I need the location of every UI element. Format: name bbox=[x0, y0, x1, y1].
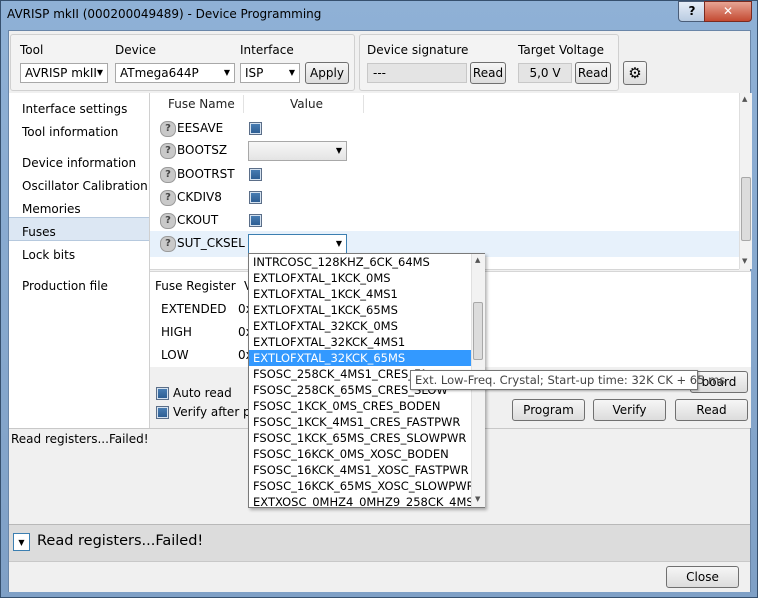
fuse-name: CKDIV8 bbox=[177, 190, 222, 204]
chevron-down-icon: ▼ bbox=[335, 239, 342, 248]
status-bar-text: Read registers...Failed! bbox=[37, 533, 204, 549]
gear-icon: ⚙ bbox=[628, 64, 642, 82]
option-tooltip: Ext. Low-Freq. Crystal; Start-up time: 3… bbox=[410, 370, 725, 390]
status-log-text: Read registers...Failed! bbox=[11, 432, 149, 446]
dropdown-option[interactable]: EXTLOFXTAL_32KCK_0MS bbox=[249, 318, 471, 334]
title-bar: AVRISP mkII (000200049489) - Device Prog… bbox=[1, 1, 757, 29]
help-icon: ? bbox=[160, 213, 176, 229]
dropdown-option[interactable]: EXTLOFXTAL_1KCK_4MS1 bbox=[249, 286, 471, 302]
help-button[interactable]: ? bbox=[678, 1, 706, 22]
interface-select[interactable]: ISP ▼ bbox=[240, 63, 300, 83]
help-icon: ? bbox=[160, 236, 176, 252]
fuse-name: SUT_CKSEL bbox=[177, 236, 245, 250]
register-name: HIGH bbox=[161, 325, 192, 339]
register-name: LOW bbox=[161, 348, 189, 362]
sut-cksel-select[interactable]: ▼ bbox=[248, 234, 347, 254]
help-icon: ? bbox=[160, 190, 176, 206]
bootsz-select[interactable]: ▼ bbox=[248, 141, 347, 161]
chevron-down-icon: ▼ bbox=[223, 68, 230, 77]
dropdown-option[interactable]: FSOSC_1KCK_4MS1_CRES_FASTPWR bbox=[249, 414, 471, 430]
voltage-read-button[interactable]: Read bbox=[575, 62, 611, 84]
tool-group: Tool AVRISP mkII ▼ Device ATmega644P ▼ Int… bbox=[10, 34, 355, 91]
chevron-down-icon: ▼ bbox=[335, 146, 342, 155]
ckout-checkbox[interactable] bbox=[249, 214, 262, 227]
scroll-down-icon[interactable]: ▼ bbox=[742, 257, 747, 265]
header-divider bbox=[363, 95, 364, 113]
dropdown-option[interactable]: FSOSC_16KCK_4MS1_XOSC_FASTPWR bbox=[249, 462, 471, 478]
verify-button[interactable]: Verify bbox=[593, 399, 666, 421]
eesave-checkbox[interactable] bbox=[249, 122, 262, 135]
fuse-grid-scrollbar[interactable]: ▲ ▼ bbox=[739, 93, 752, 269]
fuse-grid: Fuse Name Value ? EESAVE ? BOOTSZ ▼ ? BO… bbox=[150, 93, 739, 270]
dropdown-option[interactable]: EXTLOFXTAL_1KCK_65MS bbox=[249, 302, 471, 318]
dropdown-option[interactable]: FSOSC_1KCK_65MS_CRES_SLOWPWR bbox=[249, 430, 471, 446]
dropdown-option[interactable]: INTRCOSC_128KHZ_6CK_64MS bbox=[249, 254, 471, 270]
close-button[interactable]: Close bbox=[666, 566, 739, 588]
dropdown-option[interactable]: FSOSC_16KCK_65MS_XOSC_SLOWPWR bbox=[249, 478, 471, 494]
read-button[interactable]: Read bbox=[675, 399, 748, 421]
program-button[interactable]: Program bbox=[512, 399, 585, 421]
status-bar: ▼ Read registers...Failed! bbox=[9, 524, 750, 562]
fuse-name: BOOTSZ bbox=[177, 143, 228, 157]
dropdown-option[interactable]: EXTLOFXTAL_1KCK_0MS bbox=[249, 270, 471, 286]
device-select[interactable]: ATmega644P ▼ bbox=[115, 63, 235, 83]
voltage-value: 5,0 V bbox=[518, 63, 572, 83]
interface-value: ISP bbox=[245, 66, 264, 80]
dropdown-option[interactable]: FSOSC_16KCK_0MS_XOSC_BODEN bbox=[249, 446, 471, 462]
dropdown-option[interactable]: EXTXOSC_0MHZ4_0MHZ9_258CK_4MS1 bbox=[249, 494, 471, 507]
help-icon: ? bbox=[160, 121, 176, 137]
interface-label: Interface bbox=[240, 43, 294, 57]
fuse-name: CKOUT bbox=[177, 213, 219, 227]
device-value: ATmega644P bbox=[120, 66, 199, 80]
fuse-name: BOOTRST bbox=[177, 167, 235, 181]
fuse-name: EESAVE bbox=[177, 121, 224, 135]
dropdown-scrollbar-thumb[interactable] bbox=[473, 302, 483, 360]
tool-label: Tool bbox=[20, 43, 44, 57]
bootrst-checkbox[interactable] bbox=[249, 168, 262, 181]
signature-read-button[interactable]: Read bbox=[470, 62, 506, 84]
verify-after-checkbox[interactable] bbox=[156, 406, 169, 419]
sidebar-item-fuses[interactable]: Fuses bbox=[22, 225, 56, 239]
dropdown-option[interactable]: EXTLOFXTAL_32KCK_4MS1 bbox=[249, 334, 471, 350]
tool-select[interactable]: AVRISP mkII ▼ bbox=[20, 63, 108, 83]
window-close-button[interactable]: ✕ bbox=[704, 1, 752, 22]
voltage-label: Target Voltage bbox=[518, 43, 604, 57]
sidebar-item-tool-information[interactable]: Tool information bbox=[22, 125, 118, 139]
sidebar-item-device-information[interactable]: Device information bbox=[22, 156, 136, 170]
sidebar-item-memories[interactable]: Memories bbox=[22, 202, 81, 216]
fuse-name-header: Fuse Name bbox=[168, 97, 235, 111]
sidebar-item-lock-bits[interactable]: Lock bits bbox=[22, 248, 75, 262]
window-title: AVRISP mkII (000200049489) - Device Prog… bbox=[7, 7, 322, 21]
tool-value: AVRISP mkII bbox=[25, 66, 97, 80]
expand-chevron-icon[interactable]: ▼ bbox=[13, 533, 30, 551]
register-name: EXTENDED bbox=[161, 302, 227, 316]
apply-button[interactable]: Apply bbox=[305, 62, 349, 84]
sidebar-item-production-file[interactable]: Production file bbox=[22, 279, 108, 293]
help-icon: ? bbox=[160, 167, 176, 183]
scroll-up-icon[interactable]: ▲ bbox=[475, 256, 480, 264]
signature-value: --- bbox=[367, 63, 467, 83]
signature-label: Device signature bbox=[367, 43, 469, 57]
footer: Close bbox=[9, 561, 750, 592]
header-divider bbox=[243, 95, 244, 113]
auto-read-label: Auto read bbox=[173, 386, 232, 400]
help-icon: ? bbox=[160, 143, 176, 159]
device-label: Device bbox=[115, 43, 157, 57]
ckdiv8-checkbox[interactable] bbox=[249, 191, 262, 204]
sidebar: Interface settings Tool information Devi… bbox=[9, 93, 150, 428]
auto-read-checkbox[interactable] bbox=[156, 387, 169, 400]
fuse-value-header: Value bbox=[290, 97, 323, 111]
settings-button[interactable]: ⚙ bbox=[623, 61, 647, 85]
register-header: Fuse Register bbox=[155, 279, 236, 293]
scrollbar-thumb[interactable] bbox=[741, 177, 751, 241]
chevron-down-icon: ▼ bbox=[96, 68, 103, 77]
signature-group: Device signature --- Read Target Voltage… bbox=[359, 34, 619, 91]
sidebar-item-interface-settings[interactable]: Interface settings bbox=[22, 102, 127, 116]
dropdown-option[interactable]: FSOSC_1KCK_0MS_CRES_BODEN bbox=[249, 398, 471, 414]
scroll-up-icon[interactable]: ▲ bbox=[742, 95, 747, 103]
sidebar-item-oscillator-calibration[interactable]: Oscillator Calibration bbox=[22, 179, 148, 193]
chevron-down-icon: ▼ bbox=[288, 68, 295, 77]
dropdown-option-selected[interactable]: EXTLOFXTAL_32KCK_65MS bbox=[249, 350, 471, 366]
scroll-down-icon[interactable]: ▼ bbox=[475, 495, 480, 503]
